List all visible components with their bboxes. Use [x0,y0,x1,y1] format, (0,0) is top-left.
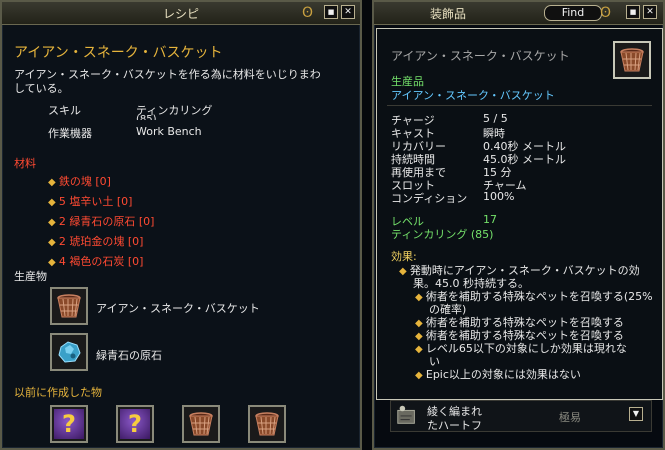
product-label-basket[interactable]: アイアン・スネーク・バスケット [96,300,260,316]
level-value: 17 [483,213,497,226]
item-tooltip: アイアン・スネーク・バスケット 生産品 アイアン・スネーク・バスケット チャージ… [376,28,663,400]
previous-slot-unknown-2[interactable]: ? [116,405,154,443]
device-label: 作業機器 [48,127,92,140]
bullet-icon: ◆ [415,292,426,303]
recipe-titlebar[interactable]: レシピ ʘ ■ ✕ [2,2,360,25]
bullet-icon: ◆ [48,257,59,268]
material-label: 5 塩辛い土 [0] [58,195,133,208]
skill-value-cut: (85) [136,114,157,120]
recipe-list-row[interactable]: 綾く編まれ たハートフ 極易 ▼ [390,400,652,432]
previous-heading: 以前に作成した物 [14,386,102,399]
scroll-item-icon [397,405,415,424]
bullet-icon: ◆ [415,344,426,355]
bullet-icon: ◆ [399,266,410,277]
recipe-name: アイアン・スネーク・バスケット [14,45,223,61]
material-label: 2 琥珀金の塊 [0] [58,235,144,248]
product-label-ore[interactable]: 緑青石の原石 [96,347,162,363]
material-item[interactable]: ◆ 2 緑青石の原石 [0] [48,213,154,229]
stat-label: コンディション [391,192,468,205]
row-difficulty: 極易 [559,411,581,424]
previous-slot-basket-2[interactable] [248,405,286,443]
material-item[interactable]: ◆ 5 塩辛い土 [0] [48,193,132,209]
stat-value: 100% [483,190,515,203]
minimize-button[interactable]: ■ [626,5,640,19]
basket-icon [255,412,279,436]
stat-value: 5 / 5 [483,112,508,125]
item-icon-slot [613,41,651,79]
basket-icon [620,48,644,72]
bullet-icon: ◆ [48,197,59,208]
effect-sub-item: ◆ レベル65以下の対象にしか効果は現れな [415,340,627,356]
close-button[interactable]: ✕ [341,5,355,19]
previous-slot-unknown-1[interactable]: ? [50,405,88,443]
skill-label: スキル [48,104,81,117]
basket-icon [189,412,213,436]
material-item[interactable]: ◆ 2 琥珀金の塊 [0] [48,233,143,249]
find-button[interactable]: Find [544,5,602,21]
swirl-ornament-icon: ʘ [302,5,314,21]
bullet-icon: ◆ [48,217,59,228]
effect-text: レベル65以下の対象にしか効果は現れな [425,342,627,355]
material-label: 2 緑青石の原石 [0] [58,215,155,228]
products-heading: 生産物 [14,270,47,283]
previous-slot-basket-1[interactable] [182,405,220,443]
material-label: 鉄の塊 [0] [58,175,111,188]
product-slot-ore[interactable] [50,333,88,371]
material-item[interactable]: ◆ 4 褐色の石炭 [0] [48,253,143,269]
bullet-icon: ◆ [48,177,59,188]
divider [387,105,652,106]
dropdown-arrow-icon[interactable]: ▼ [629,407,643,421]
question-icon: ? [54,409,84,439]
question-icon: ? [120,409,150,439]
material-item[interactable]: ◆ 鉄の塊 [0] [48,173,111,189]
material-label: 4 褐色の石炭 [0] [58,255,144,268]
recipe-description-line2: している。 [14,82,69,95]
item-titlebar[interactable]: 装飾品 Find ʘ ■ ✕ [374,2,663,25]
basket-icon [57,294,81,318]
item-category-link[interactable]: アイアン・スネーク・バスケット [391,87,555,103]
swirl-ornament-icon: ʘ [600,5,612,21]
item-window: 装飾品 Find ʘ ■ ✕ アイアン・スネーク・バスケット 生産品 アイアン・… [372,0,665,450]
bullet-icon: ◆ [415,370,426,381]
row-title-line2: たハートフ [427,419,482,432]
minimize-button[interactable]: ■ [324,5,338,19]
effect-sub-item: ◆ Epic以上の対象には効果はない [415,366,581,382]
item-window-title: 装飾品 [430,7,467,21]
effect-text: Epic以上の対象には効果はない [425,368,581,381]
bullet-icon: ◆ [48,237,59,248]
device-value: Work Bench [136,125,202,138]
ore-icon [58,341,81,363]
materials-heading: 材料 [14,157,36,170]
close-button[interactable]: ✕ [643,5,657,19]
product-slot-basket[interactable] [50,287,88,325]
recipe-window: レシピ ʘ ■ ✕ アイアン・スネーク・バスケット アイアン・スネーク・バスケッ… [0,0,362,450]
skill-requirement: ティンカリング (85) [391,228,494,241]
item-name: アイアン・スネーク・バスケット [391,49,570,63]
